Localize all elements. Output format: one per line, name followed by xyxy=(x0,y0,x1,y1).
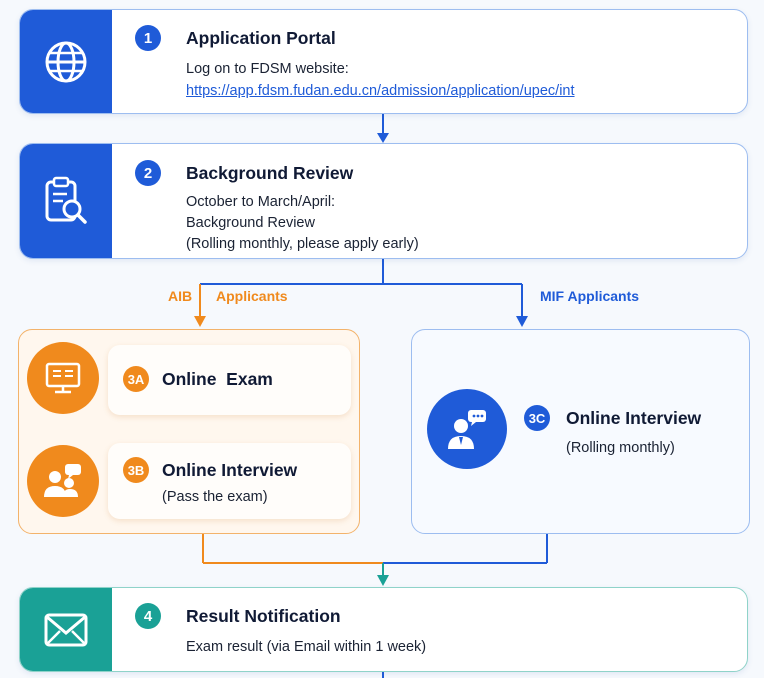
step-2-text-2: Background Review xyxy=(186,215,315,231)
step-3b-number: 3B xyxy=(123,457,149,483)
step-4-text: Exam result (via Email within 1 week) xyxy=(186,639,427,655)
step-3b-card: 3B Online Interview (Pass the exam) xyxy=(108,443,351,519)
step-2-text-3: (Rolling monthly, please apply early) xyxy=(186,236,419,252)
aib-applicants-label: Applicants xyxy=(216,288,288,304)
step-application-portal: 1 Application Portal Log on to FDSM webs… xyxy=(19,9,748,114)
step-3a-card: 3A Online Exam xyxy=(108,345,351,415)
step-4-icon-panel xyxy=(20,588,112,671)
step-2-number: 2 xyxy=(135,160,161,186)
step-1-number: 1 xyxy=(135,25,161,51)
step-3a-number: 3A xyxy=(123,366,149,392)
envelope-icon xyxy=(44,613,88,646)
step-3a-icon-circle xyxy=(27,342,99,414)
step-4-title: Result Notification xyxy=(186,606,341,626)
globe-icon xyxy=(45,41,87,82)
step-3b-icon-circle xyxy=(27,445,99,517)
step-3c-number: 3C xyxy=(524,405,550,431)
step-3b-title: Online Interview xyxy=(162,460,298,480)
step-result-notification: 4 Result Notification Exam result (via E… xyxy=(19,587,748,672)
step-2-title: Background Review xyxy=(186,163,354,183)
step-3c-icon-circle xyxy=(427,389,507,469)
step-1-text: Log on to FDSM website: xyxy=(186,61,349,77)
person-chat-icon xyxy=(448,410,486,449)
step-4-number: 4 xyxy=(135,603,161,629)
step-background-review: 2 Background Review October to March/Apr… xyxy=(19,143,748,259)
step-2-icon-panel xyxy=(20,144,112,258)
mif-applicants-label: MIF Applicants xyxy=(540,288,640,304)
step-3a-title: Online Exam xyxy=(162,369,273,389)
fdsm-application-link[interactable]: https://app.fdsm.fudan.edu.cn/admission/… xyxy=(186,81,575,101)
clipboard-search-icon xyxy=(45,176,87,224)
step-1-icon-panel xyxy=(20,10,112,113)
monitor-exam-icon xyxy=(45,362,81,394)
step-3b-text: (Pass the exam) xyxy=(162,489,268,505)
step-2-text-1: October to March/April: xyxy=(186,194,336,210)
aib-prefix-label: AIB xyxy=(168,288,193,304)
step-3c-text: (Rolling monthly) xyxy=(566,440,675,456)
step-1-title: Application Portal xyxy=(186,28,336,48)
step-3c-title: Online Interview xyxy=(566,408,702,428)
people-chat-icon xyxy=(44,464,81,497)
